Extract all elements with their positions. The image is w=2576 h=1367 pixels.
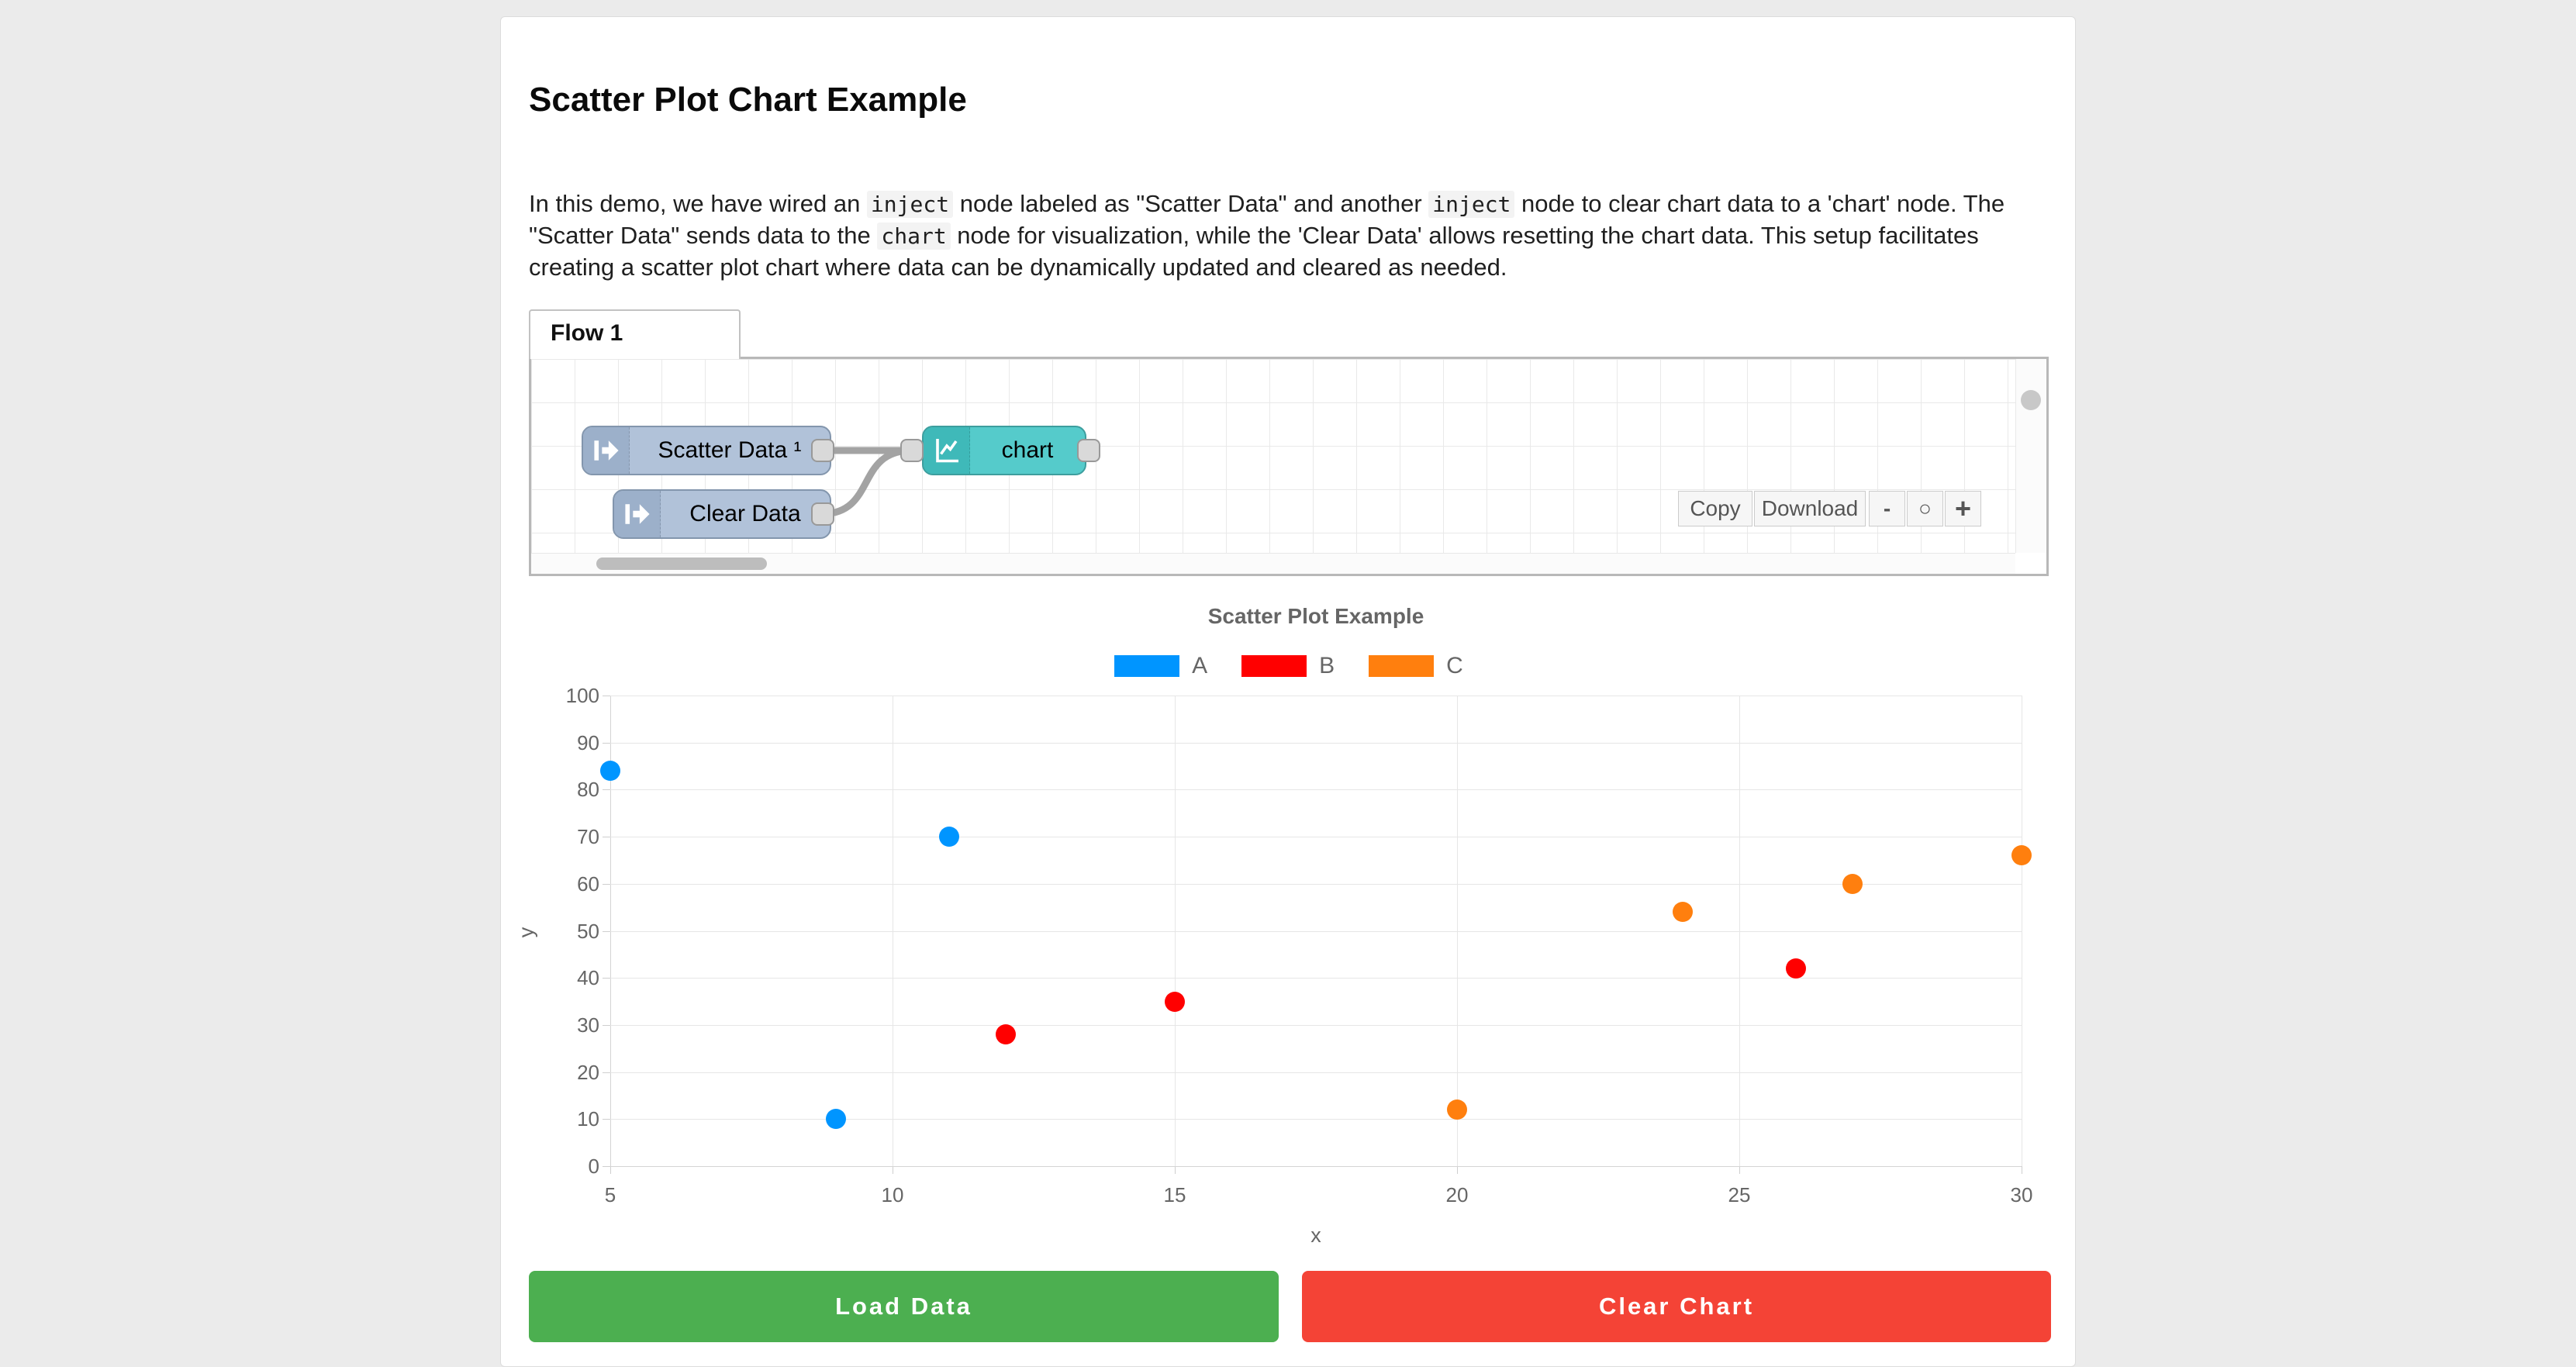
page-background: { "page": { "background": "#ebebeb" }, "… xyxy=(0,0,2576,1354)
y-tick-label: 10 xyxy=(545,1107,599,1131)
description-text: node labeled as "Scatter Data" and anoth… xyxy=(953,190,1428,217)
data-point-C xyxy=(1842,874,1863,894)
chart-output-port[interactable] xyxy=(1077,439,1100,462)
node-label: Scatter Data ¹ xyxy=(630,427,830,474)
legend-item-A[interactable]: A xyxy=(1114,653,1207,679)
y-tick xyxy=(603,1025,610,1026)
y-gridline xyxy=(610,931,2022,932)
scatter-data-output-port[interactable] xyxy=(811,439,834,462)
download-button[interactable]: Download xyxy=(1754,491,1866,526)
x-tick-label: 5 xyxy=(587,1183,634,1207)
chart-line-icon xyxy=(924,427,970,474)
legend-swatch xyxy=(1114,655,1179,677)
page-title: Scatter Plot Chart Example xyxy=(529,81,967,119)
inline-code: inject xyxy=(1428,191,1514,218)
inject-icon xyxy=(583,427,630,474)
data-point-B xyxy=(996,1024,1016,1044)
chart-plot-area: 510152025300102030405060708090100 xyxy=(610,696,2022,1166)
y-tick xyxy=(603,884,610,885)
legend-item-C[interactable]: C xyxy=(1369,653,1463,679)
legend-item-B[interactable]: B xyxy=(1241,653,1335,679)
data-point-B xyxy=(1165,992,1185,1012)
clear-chart-button[interactable]: Clear Chart xyxy=(1302,1271,2051,1342)
y-tick-label: 20 xyxy=(545,1061,599,1085)
flow-tab[interactable]: Flow 1 xyxy=(529,309,741,359)
x-tick xyxy=(1175,1166,1176,1174)
legend-label: B xyxy=(1319,653,1335,679)
zoom-out-button[interactable]: - xyxy=(1869,491,1905,526)
flow-canvas: Scatter Data ¹ Clear Data c xyxy=(529,357,2049,576)
chart-legend: A B C xyxy=(529,653,2049,679)
chart-title: Scatter Plot Example xyxy=(610,604,2022,629)
y-gridline xyxy=(610,789,2022,790)
data-point-B xyxy=(1786,958,1806,979)
description-text: In this demo, we have wired an xyxy=(529,190,867,217)
node-scatter-data[interactable]: Scatter Data ¹ xyxy=(582,426,831,475)
y-gridline xyxy=(610,1119,2022,1120)
legend-label: A xyxy=(1192,653,1207,679)
zoom-in-button[interactable]: + xyxy=(1945,491,1981,526)
y-tick xyxy=(603,978,610,979)
y-tick xyxy=(603,743,610,744)
description-paragraph: In this demo, we have wired an inject no… xyxy=(529,188,2025,283)
inline-code: inject xyxy=(867,191,953,218)
data-point-C xyxy=(1673,902,1693,922)
x-tick xyxy=(1457,1166,1458,1174)
x-tick xyxy=(610,1166,611,1174)
flow-tab-label: Flow 1 xyxy=(530,311,739,356)
load-data-button[interactable]: Load Data xyxy=(529,1271,1279,1342)
x-tick xyxy=(1739,1166,1740,1174)
y-tick-label: 70 xyxy=(545,825,599,849)
y-axis-title: y xyxy=(514,927,538,938)
y-gridline xyxy=(610,978,2022,979)
y-tick-label: 90 xyxy=(545,731,599,755)
y-tick-label: 80 xyxy=(545,778,599,802)
data-point-A xyxy=(600,761,620,781)
y-tick xyxy=(603,1072,610,1073)
legend-label: C xyxy=(1446,653,1463,679)
y-tick-label: 0 xyxy=(545,1155,599,1179)
node-label: chart xyxy=(970,427,1085,474)
y-gridline xyxy=(610,1166,2022,1167)
data-point-A xyxy=(939,827,959,847)
clear-data-output-port[interactable] xyxy=(811,502,834,526)
inject-icon xyxy=(614,491,661,537)
data-point-C xyxy=(2011,845,2032,865)
y-gridline xyxy=(610,1025,2022,1026)
y-tick xyxy=(603,931,610,932)
y-tick-label: 60 xyxy=(545,872,599,896)
y-tick xyxy=(603,1166,610,1167)
x-tick-label: 20 xyxy=(1434,1183,1480,1207)
x-tick-label: 15 xyxy=(1152,1183,1198,1207)
y-tick xyxy=(603,1119,610,1120)
data-point-A xyxy=(826,1109,846,1129)
y-tick xyxy=(603,789,610,790)
y-gridline xyxy=(610,743,2022,744)
x-tick-label: 10 xyxy=(869,1183,916,1207)
legend-swatch xyxy=(1241,655,1307,677)
y-tick-label: 50 xyxy=(545,920,599,944)
zoom-reset-button[interactable]: ○ xyxy=(1907,491,1943,526)
y-tick-label: 30 xyxy=(545,1013,599,1037)
node-label: Clear Data xyxy=(661,491,830,537)
legend-swatch xyxy=(1369,655,1434,677)
y-tick-label: 40 xyxy=(545,966,599,990)
x-axis-title: x xyxy=(610,1224,2022,1248)
y-gridline xyxy=(610,1072,2022,1073)
x-tick-label: 25 xyxy=(1716,1183,1763,1207)
x-tick-label: 30 xyxy=(1998,1183,2045,1207)
copy-button[interactable]: Copy xyxy=(1678,491,1752,526)
content-card: Scatter Plot Chart Example In this demo,… xyxy=(500,16,2076,1367)
chart-input-port[interactable] xyxy=(900,439,924,462)
data-point-C xyxy=(1447,1099,1467,1120)
y-tick-label: 100 xyxy=(545,684,599,708)
node-chart[interactable]: chart xyxy=(922,426,1086,475)
node-clear-data[interactable]: Clear Data xyxy=(613,489,831,539)
inline-code: chart xyxy=(877,223,950,250)
y-gridline xyxy=(610,884,2022,885)
